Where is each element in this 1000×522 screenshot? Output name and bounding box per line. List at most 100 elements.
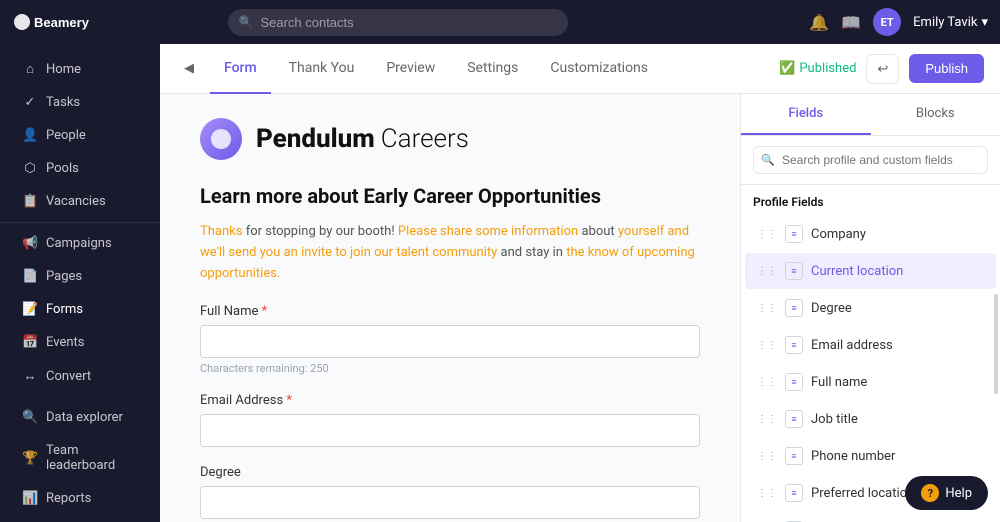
pages-icon: 📄 [22, 269, 38, 284]
book-icon[interactable]: 📖 [841, 13, 861, 32]
avatar: ET [873, 8, 901, 36]
form-title-bold: Pendulum [256, 124, 375, 154]
required-indicator: * [283, 393, 292, 408]
form-logo [200, 118, 242, 160]
search-icon: 🔍 [238, 15, 253, 29]
form-area: Pendulum Careers Learn more about Early … [160, 94, 740, 522]
tab-preview[interactable]: Preview [372, 44, 449, 94]
panel-field-degree[interactable]: ⋮⋮ ≡ Degree [745, 290, 996, 326]
sidebar-item-pools[interactable]: ⬡ Pools [6, 153, 154, 184]
panel-tabs: Fields Blocks [741, 94, 1000, 136]
sidebar-item-events[interactable]: 📅 Events [6, 327, 154, 358]
tab-bar: ◀ Form Thank You Preview Settings Custom… [160, 44, 1000, 94]
sidebar-item-convert[interactable]: ↔ Convert [6, 360, 154, 392]
home-icon: ⌂ [22, 61, 38, 77]
drag-handle-icon: ⋮⋮ [757, 266, 777, 277]
panel-field-phone-number[interactable]: ⋮⋮ ≡ Phone number [745, 438, 996, 474]
panel-field-job-title[interactable]: ⋮⋮ ≡ Job title [745, 401, 996, 437]
help-button[interactable]: ? Help [905, 476, 988, 510]
main-layout: ⌂ Home ✓ Tasks 👤 People ⬡ Pools 📋 Vacanc… [0, 44, 1000, 522]
field-label: Email address [811, 338, 984, 353]
search-bar: 🔍 [228, 9, 568, 36]
scrollbar-thumb [994, 294, 998, 394]
svg-text:Beamery: Beamery [34, 15, 90, 30]
talent-community-link[interactable]: join our talent community [350, 245, 497, 260]
back-button[interactable]: ◀ [176, 57, 202, 80]
drag-handle-icon: ⋮⋮ [757, 340, 777, 351]
panel-tab-fields[interactable]: Fields [741, 94, 871, 135]
tab-right: ✅ Published ↩ Publish [779, 54, 984, 84]
field-type-icon: ≡ [785, 225, 803, 243]
form-title: Pendulum Careers [256, 124, 469, 154]
events-icon: 📅 [22, 335, 38, 350]
undo-button[interactable]: ↩ [866, 54, 899, 84]
panel-section-title: Profile Fields [741, 185, 1000, 215]
published-label: Published [799, 61, 856, 76]
sidebar-item-home[interactable]: ⌂ Home [6, 53, 154, 85]
drag-handle-icon: ⋮⋮ [757, 451, 777, 462]
panel-field-full-name[interactable]: ⋮⋮ ≡ Full name [745, 364, 996, 400]
people-icon: 👤 [22, 128, 38, 143]
vacancies-icon: 📋 [22, 194, 38, 209]
field-label: Job title [811, 412, 984, 427]
right-panel: Fields Blocks 🔍 Profile Fields ⋮⋮ ≡ Comp… [740, 94, 1000, 522]
email-input[interactable] [200, 414, 700, 447]
sidebar-item-automation[interactable]: ⚡ Automation [6, 516, 154, 522]
full-name-label: Full Name * [200, 304, 700, 319]
sidebar-item-reports[interactable]: 📊 Reports [6, 483, 154, 514]
full-name-hint: Characters remaining: 250 [200, 362, 700, 375]
sidebar-item-campaigns[interactable]: 📢 Campaigns [6, 228, 154, 259]
convert-icon: ↔ [22, 368, 38, 384]
field-type-icon: ≡ [785, 410, 803, 428]
form-field-full-name: Full Name * Characters remaining: 250 [200, 304, 700, 375]
sidebar-item-data-explorer[interactable]: 🔍 Data explorer [6, 402, 154, 433]
notifications-icon[interactable]: 🔔 [809, 13, 829, 32]
logo: Beamery [12, 12, 102, 32]
help-icon: ? [921, 484, 939, 502]
drag-handle-icon: ⋮⋮ [757, 303, 777, 314]
sidebar-item-forms[interactable]: 📝 Forms [6, 294, 154, 325]
leaderboard-icon: 🏆 [22, 451, 38, 466]
content-area: ◀ Form Thank You Preview Settings Custom… [160, 44, 1000, 522]
form-logo-inner [211, 129, 231, 149]
tab-customizations[interactable]: Customizations [536, 44, 662, 94]
sidebar: ⌂ Home ✓ Tasks 👤 People ⬡ Pools 📋 Vacanc… [0, 44, 160, 522]
tab-settings[interactable]: Settings [453, 44, 532, 94]
search-input[interactable] [228, 9, 568, 36]
panel-field-resume[interactable]: ⋮⋮ 📎 Résumé [745, 512, 996, 522]
sidebar-item-pages[interactable]: 📄 Pages [6, 261, 154, 292]
panel-tab-blocks[interactable]: Blocks [871, 94, 1000, 135]
tab-form[interactable]: Form [210, 44, 271, 94]
form-panel-layout: Pendulum Careers Learn more about Early … [160, 94, 1000, 522]
field-type-icon: ≡ [785, 484, 803, 502]
drag-handle-icon: ⋮⋮ [757, 377, 777, 388]
sidebar-item-people[interactable]: 👤 People [6, 120, 154, 151]
field-label: Phone number [811, 449, 984, 464]
reports-icon: 📊 [22, 491, 38, 506]
topbar: Beamery 🔍 🔔 📖 ET Emily Tavik ▾ [0, 0, 1000, 44]
drag-handle-icon: ⋮⋮ [757, 414, 777, 425]
user-name[interactable]: Emily Tavik ▾ [913, 15, 988, 30]
forms-icon: 📝 [22, 302, 38, 317]
publish-button[interactable]: Publish [909, 54, 984, 83]
beamery-logo: Beamery [12, 12, 102, 32]
topbar-right: 🔔 📖 ET Emily Tavik ▾ [809, 8, 988, 36]
panel-search-icon: 🔍 [761, 154, 775, 167]
field-label: Current location [811, 264, 984, 279]
tasks-icon: ✓ [22, 95, 38, 110]
field-type-icon: ≡ [785, 373, 803, 391]
panel-search-input[interactable] [753, 146, 988, 174]
data-explorer-icon: 🔍 [22, 410, 38, 425]
full-name-input[interactable] [200, 325, 700, 358]
sidebar-item-tasks[interactable]: ✓ Tasks [6, 87, 154, 118]
panel-field-current-location[interactable]: ⋮⋮ ≡ Current location [745, 253, 996, 289]
field-type-icon: ≡ [785, 336, 803, 354]
panel-field-company[interactable]: ⋮⋮ ≡ Company [745, 216, 996, 252]
degree-input[interactable] [200, 486, 700, 519]
sidebar-item-team-leaderboard[interactable]: 🏆 Team leaderboard [6, 435, 154, 481]
panel-field-email-address[interactable]: ⋮⋮ ≡ Email address [745, 327, 996, 363]
sidebar-item-vacancies[interactable]: 📋 Vacancies [6, 186, 154, 217]
tab-thank-you[interactable]: Thank You [275, 44, 369, 94]
field-label: Degree [811, 301, 984, 316]
field-type-icon: ≡ [785, 299, 803, 317]
